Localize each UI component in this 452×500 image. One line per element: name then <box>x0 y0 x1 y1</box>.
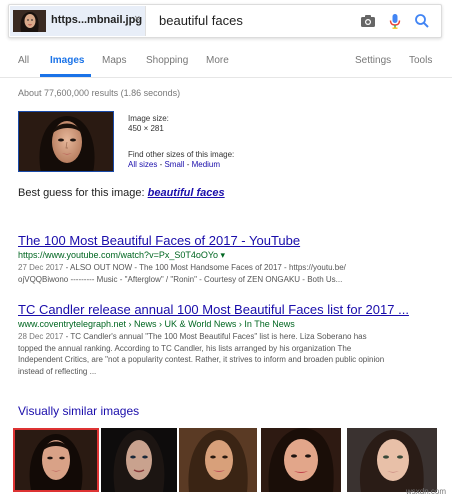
tab-shopping[interactable]: Shopping <box>146 55 188 66</box>
similar-image[interactable] <box>13 428 99 492</box>
snippet-line: ojVQQBiwono --------- Music - "Afterglow… <box>18 274 343 284</box>
watermark: wsxdn.com <box>405 487 446 496</box>
close-icon[interactable]: × <box>134 13 140 25</box>
search-input[interactable]: beautiful faces <box>159 13 243 28</box>
similar-image[interactable] <box>101 428 177 492</box>
best-guess: Best guess for this image: beautiful fac… <box>18 187 225 199</box>
result-stats: About 77,600,000 results (1.86 seconds) <box>18 88 181 98</box>
result-url[interactable]: https://www.youtube.com/watch?v=Px_S0T4o… <box>18 250 225 261</box>
tab-tools[interactable]: Tools <box>409 55 432 66</box>
camera-icon[interactable] <box>359 12 377 30</box>
search-icon[interactable] <box>413 12 431 30</box>
visually-similar-heading[interactable]: Visually similar images <box>18 404 139 418</box>
query-image[interactable] <box>18 111 114 172</box>
result-snippet: 28 Dec 2017 - TC Candler's annual "The 1… <box>18 331 438 377</box>
similar-image[interactable] <box>179 428 257 492</box>
size-link-separator-2: - <box>184 160 192 169</box>
tab-settings[interactable]: Settings <box>355 55 391 66</box>
search-bar: https...mbnail.jpg × beautiful faces <box>8 4 442 38</box>
small-size-link[interactable]: Small <box>164 160 184 169</box>
best-guess-prefix: Best guess for this image: <box>18 187 148 199</box>
microphone-icon[interactable] <box>386 12 404 30</box>
snippet-line: Independent Critics, are "not a populari… <box>18 355 385 364</box>
query-thumbnail <box>13 10 46 32</box>
similar-image[interactable] <box>347 428 437 492</box>
tab-images[interactable]: Images <box>50 55 84 66</box>
search-tabs: All Images Maps Shopping More Settings T… <box>0 48 452 78</box>
snippet-line: - TC Candler's annual "The 100 Most Beau… <box>63 332 367 341</box>
active-tab-indicator <box>40 74 91 77</box>
snippet-line: topped the annual ranking. According to … <box>18 343 352 353</box>
image-size-label: Image size: <box>128 114 169 123</box>
all-sizes-link[interactable]: All sizes <box>128 160 157 169</box>
image-size-value: 450 × 281 <box>128 124 164 133</box>
result-url[interactable]: www.coventrytelegraph.net › News › UK & … <box>18 319 295 329</box>
result-date: 27 Dec 2017 <box>18 263 64 272</box>
result-snippet: 27 Dec 2017 - ALSO OUT NOW - The 100 Mos… <box>18 262 438 285</box>
best-guess-link[interactable]: beautiful faces <box>148 187 225 199</box>
image-query-chip[interactable]: https...mbnail.jpg × <box>10 6 146 36</box>
snippet-line: - ALSO OUT NOW - The 100 Most Handsome F… <box>63 263 346 272</box>
similar-image[interactable] <box>261 428 341 492</box>
result-date: 28 Dec 2017 <box>18 332 64 341</box>
chip-label: https...mbnail.jpg <box>51 14 143 26</box>
result-title[interactable]: TC Candler release annual 100 Most Beaut… <box>18 302 409 317</box>
tab-maps[interactable]: Maps <box>102 55 126 66</box>
tab-all[interactable]: All <box>18 55 29 66</box>
tab-more[interactable]: More <box>206 55 229 66</box>
snippet-line: instead of reflecting ... <box>18 366 97 376</box>
find-other-sizes-label: Find other sizes of this image: <box>128 150 235 159</box>
result-title[interactable]: The 100 Most Beautiful Faces of 2017 - Y… <box>18 233 300 248</box>
medium-size-link[interactable]: Medium <box>192 160 220 169</box>
size-links: All sizes - Small - Medium <box>128 160 220 169</box>
